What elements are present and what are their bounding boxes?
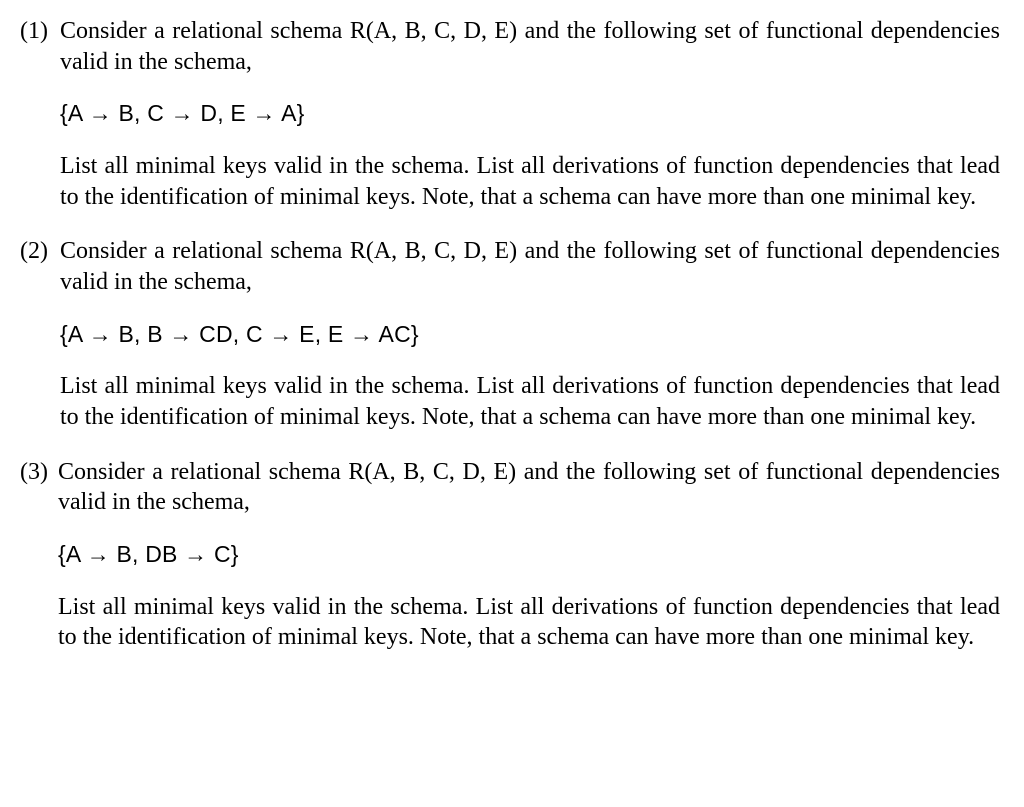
question-1: (1) Consider a relational schema R(A, B,… (20, 16, 1000, 212)
question-2: (2) Consider a relational schema R(A, B,… (20, 236, 1000, 432)
question-number: (1) (20, 16, 48, 47)
question-intro: Consider a relational schema R(A, B, C, … (60, 16, 1000, 77)
question-body: Consider a relational schema R(A, B, C, … (60, 16, 1000, 212)
question-task: List all minimal keys valid in the schem… (60, 371, 1000, 432)
functional-dependencies: {A → B, C → D, E → A} (60, 99, 1000, 128)
question-intro: Consider a relational schema R(A, B, C, … (58, 457, 1000, 518)
question-body: Consider a relational schema R(A, B, C, … (58, 457, 1000, 653)
question-task: List all minimal keys valid in the schem… (58, 592, 1000, 653)
functional-dependencies: {A → B, B → CD, C → E, E → AC} (60, 320, 1000, 349)
functional-dependencies: {A → B, DB → C} (58, 540, 1000, 569)
question-intro: Consider a relational schema R(A, B, C, … (60, 236, 1000, 297)
question-body: Consider a relational schema R(A, B, C, … (60, 236, 1000, 432)
question-task: List all minimal keys valid in the schem… (60, 151, 1000, 212)
question-number: (3) (20, 457, 48, 488)
question-number: (2) (20, 236, 48, 267)
question-3: (3) Consider a relational schema R(A, B,… (20, 457, 1000, 653)
